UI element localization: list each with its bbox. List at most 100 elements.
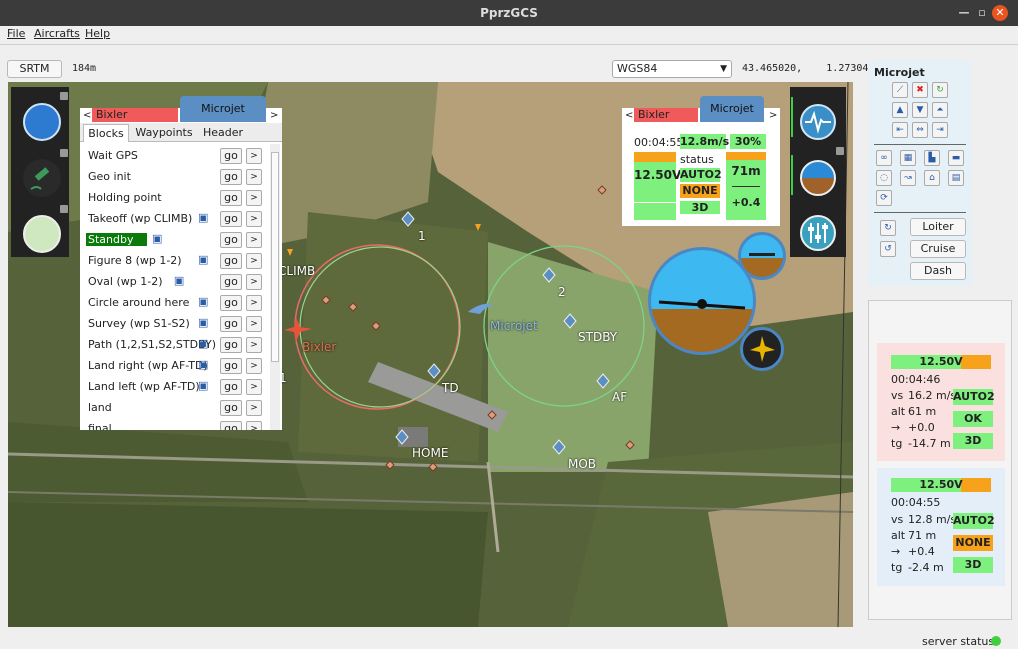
go-button[interactable]: go (220, 190, 242, 206)
block-next-button[interactable]: > (246, 295, 262, 311)
lock-icon[interactable] (60, 92, 68, 100)
go-button[interactable]: go (220, 379, 242, 395)
prev-aircraft-button[interactable]: < (83, 110, 91, 121)
close-icon[interactable]: ✕ (992, 5, 1008, 21)
block-row[interactable]: Wait GPS go > (80, 146, 270, 166)
strip-microjet[interactable]: 12.50V 00:04:55 vs 12.8 m/s alt 71 m → +… (877, 468, 1005, 586)
block-row[interactable]: Takeoff (wp CLIMB) ▣ go > (80, 209, 270, 229)
block-row[interactable]: Oval (wp 1-2) ▣ go > (80, 272, 270, 292)
tab-header[interactable]: Header (198, 125, 248, 141)
maximize-icon[interactable]: ▫ (974, 5, 990, 21)
map-view[interactable]: CLIMB Bixler Microjet STDBY TD AF HOME M… (8, 82, 853, 627)
block-next-button[interactable]: > (246, 358, 262, 374)
block-row[interactable]: Survey (wp S1-S2) ▣ go > (80, 314, 270, 334)
block-next-button[interactable]: > (246, 316, 262, 332)
srtm-button[interactable]: SRTM (7, 60, 62, 78)
block-next-button[interactable]: > (246, 379, 262, 395)
land-left-icon[interactable]: ▤ (948, 170, 964, 186)
path-icon[interactable]: ↝ (900, 170, 916, 186)
signal-icon[interactable] (800, 104, 836, 140)
loiter-button[interactable]: Loiter (910, 218, 966, 236)
block-row[interactable]: Circle around here ▣ go > (80, 293, 270, 313)
block-next-button[interactable]: > (246, 232, 262, 248)
layers-icon[interactable] (23, 103, 61, 141)
prev-aircraft-button[interactable]: < (625, 110, 633, 121)
next-aircraft-button[interactable]: > (769, 110, 777, 121)
go-button[interactable]: go (220, 316, 242, 332)
landing-icon[interactable]: ▬ (948, 150, 964, 166)
resurrect-icon[interactable]: ↻ (932, 82, 948, 98)
survey-icon[interactable]: ▦ (900, 150, 916, 166)
down-arrow-icon[interactable]: ▼ (912, 102, 928, 118)
lock-icon[interactable] (60, 149, 68, 157)
go-button[interactable]: go (220, 274, 242, 290)
menu-aircrafts[interactable]: Aircrafts (34, 27, 80, 40)
block-next-button[interactable]: > (246, 211, 262, 227)
block-row[interactable]: Holding point go > (80, 188, 270, 208)
settings-sliders-icon[interactable] (800, 215, 836, 251)
aircraft-tab-microjet[interactable]: Microjet (180, 96, 266, 122)
block-next-button[interactable]: > (246, 337, 262, 353)
go-button[interactable]: go (220, 358, 242, 374)
center-icon[interactable]: ⇔ (912, 122, 928, 138)
block-next-button[interactable]: > (246, 169, 262, 185)
go-button[interactable]: go (220, 295, 242, 311)
next-aircraft-button[interactable]: > (270, 110, 278, 121)
go-button[interactable]: go (220, 337, 242, 353)
cruise-icon[interactable]: ↺ (880, 241, 896, 257)
circle-here-icon[interactable]: ⟳ (876, 190, 892, 206)
minimize-icon[interactable]: — (956, 5, 972, 21)
block-row[interactable]: Land right (wp AF-TD) ▣ go > (80, 356, 270, 376)
go-button[interactable]: go (220, 253, 242, 269)
flightplan-map-icon[interactable] (23, 215, 61, 253)
tab-blocks[interactable]: Blocks (83, 124, 129, 142)
block-next-button[interactable]: > (246, 148, 262, 164)
menu-help[interactable]: Help (85, 27, 110, 40)
left-arrow-icon[interactable]: ⇤ (892, 122, 908, 138)
takeoff-icon[interactable]: ⟋ (892, 82, 908, 98)
cruise-button[interactable]: Cruise (910, 240, 966, 258)
takeoff-block-icon[interactable]: ▙ (924, 150, 940, 166)
lock-icon[interactable] (836, 147, 844, 155)
strip-bixler[interactable]: 12.50V 00:04:46 vs 16.2 m/s alt 61 m → +… (877, 343, 1005, 461)
block-next-button[interactable]: > (246, 274, 262, 290)
block-row[interactable]: Land left (wp AF-TD) ▣ go > (80, 377, 270, 397)
go-button[interactable]: go (220, 400, 242, 416)
go-button[interactable]: go (220, 211, 242, 227)
go-button[interactable]: go (220, 421, 242, 430)
scrollbar-thumb[interactable] (271, 152, 279, 362)
double-up-icon[interactable]: ⏶ (932, 102, 948, 118)
go-button[interactable]: go (220, 169, 242, 185)
go-button[interactable]: go (220, 148, 242, 164)
block-next-button[interactable]: > (246, 421, 262, 430)
block-row[interactable]: final go > (80, 419, 270, 430)
up-arrow-icon[interactable]: ▲ (892, 102, 908, 118)
projection-select[interactable]: WGS84 ▼ (612, 60, 732, 78)
block-row[interactable]: land go > (80, 398, 270, 418)
block-next-button[interactable]: > (246, 190, 262, 206)
dash-button[interactable]: Dash (910, 262, 966, 280)
tab-waypoints[interactable]: Waypoints (131, 125, 197, 141)
scrollbar[interactable] (270, 144, 280, 430)
kill-icon[interactable]: ✖ (912, 82, 928, 98)
block-row[interactable]: Figure 8 (wp 1-2) ▣ go > (80, 251, 270, 271)
block-next-button[interactable]: > (246, 400, 262, 416)
satellite-icon[interactable] (23, 159, 61, 197)
right-arrow-icon[interactable]: ⇥ (932, 122, 948, 138)
attitude-icon[interactable] (800, 160, 836, 196)
block-row[interactable]: Path (1,2,S1,S2,STDBY) ▣ go > (80, 335, 270, 355)
status-tab-microjet[interactable]: Microjet (700, 96, 764, 122)
menu-file[interactable]: File (7, 27, 25, 40)
strip-arrow: → (891, 421, 901, 434)
block-row[interactable]: Geo init go > (80, 167, 270, 187)
block-row[interactable]: Standby ▣ go > (80, 230, 270, 250)
block-next-button[interactable]: > (246, 253, 262, 269)
loiter-icon[interactable]: ↻ (880, 220, 896, 236)
go-button[interactable]: go (220, 232, 242, 248)
figure8-icon[interactable]: ∞ (876, 150, 892, 166)
status-tab-bixler[interactable]: Bixler (634, 108, 698, 122)
oval-icon[interactable]: ◌ (876, 170, 892, 186)
lock-icon[interactable] (60, 205, 68, 213)
aircraft-tab-bixler[interactable]: Bixler (92, 108, 178, 122)
standby-icon[interactable]: ⌂ (924, 170, 940, 186)
